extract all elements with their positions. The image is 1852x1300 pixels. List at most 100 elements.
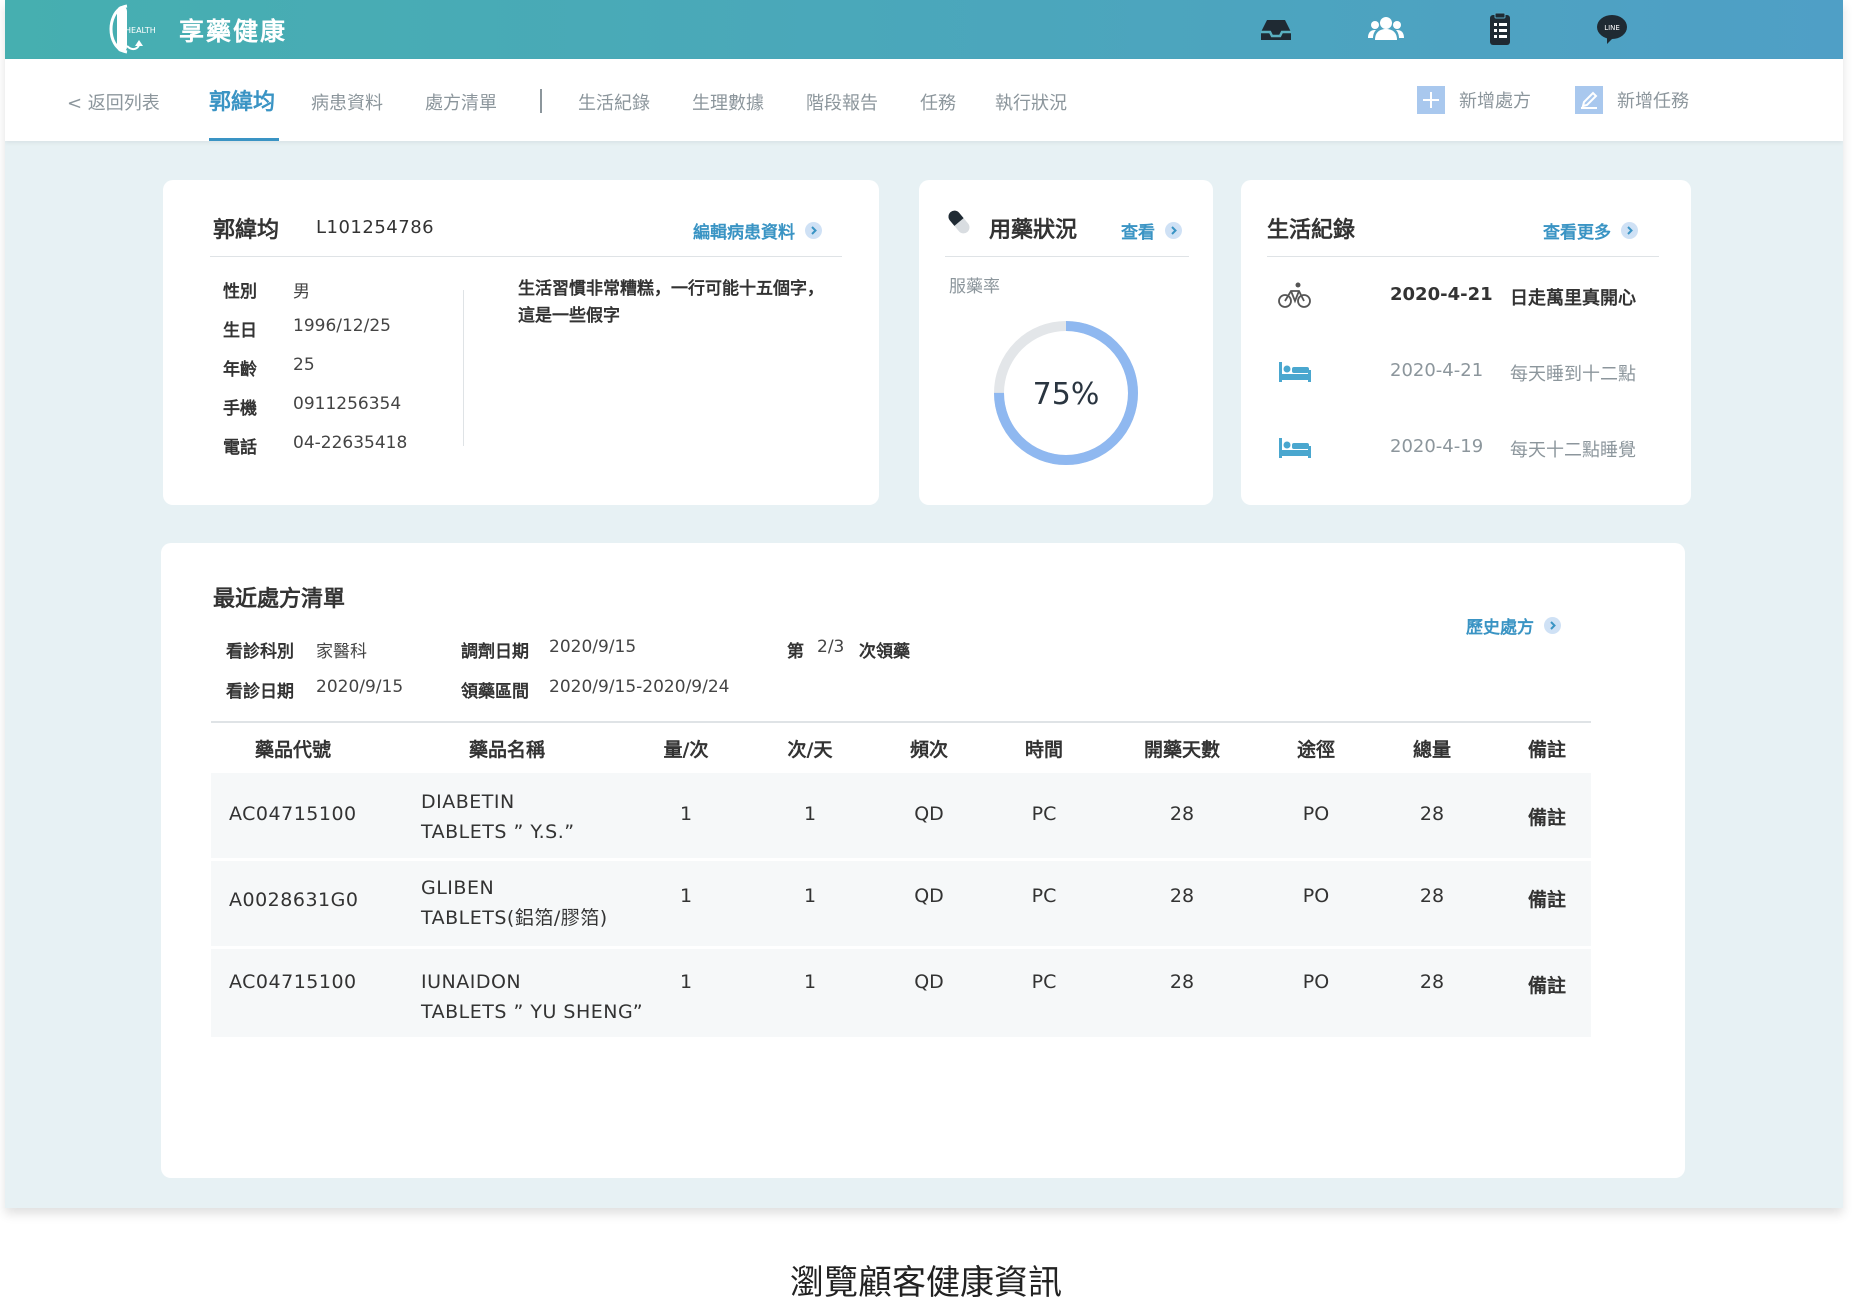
column-header: 藥品代號 <box>254 739 332 761</box>
view-medication-label: 查看 <box>1121 223 1155 243</box>
times-per-day: 1 <box>803 885 817 907</box>
card-divider <box>210 256 842 257</box>
life-entry[interactable]: 2020-4-21 每天睡到十二點 <box>1277 354 1677 390</box>
chevron-right-circle-icon <box>805 222 822 239</box>
timing: PC <box>1031 803 1057 825</box>
edit-task-icon <box>1575 86 1603 114</box>
column-header: 開藥天數 <box>1143 739 1221 761</box>
medication-title: 用藥狀況 <box>989 218 1078 243</box>
brand-name: 享藥健康 <box>179 17 288 46</box>
adherence-rate-value: 75% <box>1033 377 1100 412</box>
back-to-list-link[interactable]: < 返回列表 <box>67 89 160 115</box>
life-entry[interactable]: 2020-4-21 日走萬里真開心 <box>1277 278 1677 314</box>
adherence-rate-label: 服藥率 <box>949 277 1000 297</box>
tab-divider <box>540 89 542 113</box>
column-header: 途徑 <box>1296 739 1336 761</box>
dose-per-time: 1 <box>679 803 693 825</box>
page-caption: 瀏覽顧客健康資訊 <box>790 1263 1062 1300</box>
patient-id: L101254786 <box>316 217 435 238</box>
birthday-value: 1996/12/25 <box>293 316 391 336</box>
life-entry-date: 2020-4-21 <box>1390 360 1484 381</box>
tab-patient-name[interactable]: 郭緯均 <box>209 84 275 116</box>
life-entry[interactable]: 2020-4-19 每天十二點睡覺 <box>1277 430 1677 466</box>
gender-value: 男 <box>293 282 310 302</box>
life-entry-date: 2020-4-19 <box>1390 436 1484 457</box>
plus-square-icon <box>1417 86 1445 114</box>
dose-per-time: 1 <box>679 971 693 993</box>
age-label: 年齡 <box>223 360 257 380</box>
tab-patient-profile[interactable]: 病患資料 <box>311 89 383 115</box>
view-more-life-link[interactable]: 查看更多 <box>1543 218 1638 243</box>
add-prescription-button[interactable]: 新增處方 <box>1417 86 1531 114</box>
card-divider <box>1267 256 1659 257</box>
prescription-table: 藥品代號 藥品名稱 量/次 次/天 頻次 時間 開藥天數 途徑 總量 備註 AC… <box>211 721 1591 1037</box>
edit-patient-link[interactable]: 編輯病患資料 <box>693 218 822 243</box>
clipboard-icon[interactable] <box>1481 12 1519 46</box>
tab-bar: < 返回列表 郭緯均 病患資料 處方清單 生活紀錄 生理數據 階段報告 任務 執… <box>5 59 1843 141</box>
bed-icon <box>1279 362 1311 382</box>
tab-physiological-data[interactable]: 生理數據 <box>692 89 764 115</box>
tab-stage-report[interactable]: 階段報告 <box>806 89 878 115</box>
drug-code: AC04715100 <box>229 971 357 993</box>
inbox-icon[interactable] <box>1257 12 1295 46</box>
timing: PC <box>1031 971 1057 993</box>
column-header: 總量 <box>1412 739 1452 761</box>
tab-prescription-list[interactable]: 處方清單 <box>425 89 497 115</box>
table-header: 藥品代號 藥品名稱 量/次 次/天 頻次 時間 開藥天數 途徑 總量 備註 <box>211 721 1591 773</box>
table-row[interactable]: AC04715100 DIABETIN TABLETS ” Y.S.” 1 1 Q… <box>211 773 1591 861</box>
dispense-date-label: 調劑日期 <box>461 642 529 662</box>
column-header: 頻次 <box>909 739 949 761</box>
drug-code: AC04715100 <box>229 803 357 825</box>
drug-name: IUNAIDON TABLETS ” YU SHENG” <box>421 967 643 1027</box>
edit-patient-label: 編輯病患資料 <box>693 223 795 243</box>
life-entry-text: 日走萬里真開心 <box>1510 288 1636 309</box>
dose-per-time: 1 <box>679 885 693 907</box>
view-more-label: 查看更多 <box>1543 223 1611 243</box>
drug-name-line: IUNAIDON <box>421 971 522 993</box>
add-task-button[interactable]: 新增任務 <box>1575 86 1689 114</box>
users-icon[interactable] <box>1367 12 1405 46</box>
drug-name-line: DIABETIN <box>421 791 515 813</box>
chevron-right-circle-icon <box>1621 222 1638 239</box>
column-header: 藥品名稱 <box>468 739 546 761</box>
prescription-days: 28 <box>1169 971 1195 993</box>
life-entry-text: 每天十二點睡覺 <box>1510 440 1636 461</box>
prescription-title: 最近處方清單 <box>213 587 346 612</box>
drug-name: DIABETIN TABLETS ” Y.S.” <box>421 787 575 847</box>
refill-suffix: 次領藥 <box>859 642 910 662</box>
times-per-day: 1 <box>803 803 817 825</box>
pickup-period-label: 領藥區間 <box>461 682 529 702</box>
medication-status-card: 用藥狀況 查看 服藥率 75% <box>919 180 1213 505</box>
view-medication-link[interactable]: 查看 <box>1121 218 1182 243</box>
phone-value: 04-22635418 <box>293 433 408 453</box>
drug-name: GLIBEN TABLETS(鋁箔/膠箔) <box>421 873 608 933</box>
patient-name: 郭緯均 <box>213 218 280 243</box>
column-header: 時間 <box>1024 739 1064 761</box>
total-quantity: 28 <box>1419 803 1445 825</box>
frequency: QD <box>914 885 944 907</box>
tab-life-records[interactable]: 生活紀錄 <box>578 89 650 115</box>
department-value: 家醫科 <box>316 642 367 662</box>
drug-name-line: TABLETS ” Y.S.” <box>421 821 575 843</box>
column-header: 備註 <box>1527 739 1567 761</box>
info-column-divider <box>463 290 464 446</box>
line-chat-icon[interactable]: LINE <box>1593 12 1631 46</box>
mobile-value: 0911256354 <box>293 394 402 414</box>
bed-icon <box>1279 438 1311 458</box>
frequency: QD <box>914 803 944 825</box>
add-task-label: 新增任務 <box>1617 91 1689 112</box>
tab-execution-status[interactable]: 執行狀況 <box>995 89 1067 115</box>
tab-tasks[interactable]: 任務 <box>920 89 956 115</box>
column-header: 量/次 <box>663 739 709 761</box>
svg-text:HEALTH: HEALTH <box>125 26 156 35</box>
top-bar: HEALTH 享藥健康 LINE <box>5 0 1843 59</box>
life-entry-text: 每天睡到十二點 <box>1510 364 1636 385</box>
drug-code: A0028631G0 <box>229 889 359 911</box>
history-prescription-link[interactable]: 歷史處方 <box>1466 613 1561 638</box>
pickup-period-value: 2020/9/15-2020/9/24 <box>549 677 730 697</box>
visit-date-label: 看診日期 <box>226 682 294 702</box>
active-tab-indicator <box>209 138 279 141</box>
table-row[interactable]: AC04715100 IUNAIDON TABLETS ” YU SHENG” 1… <box>211 949 1591 1037</box>
table-row[interactable]: A0028631G0 GLIBEN TABLETS(鋁箔/膠箔) 1 1 QD P… <box>211 861 1591 949</box>
drug-name-line: GLIBEN <box>421 877 495 899</box>
